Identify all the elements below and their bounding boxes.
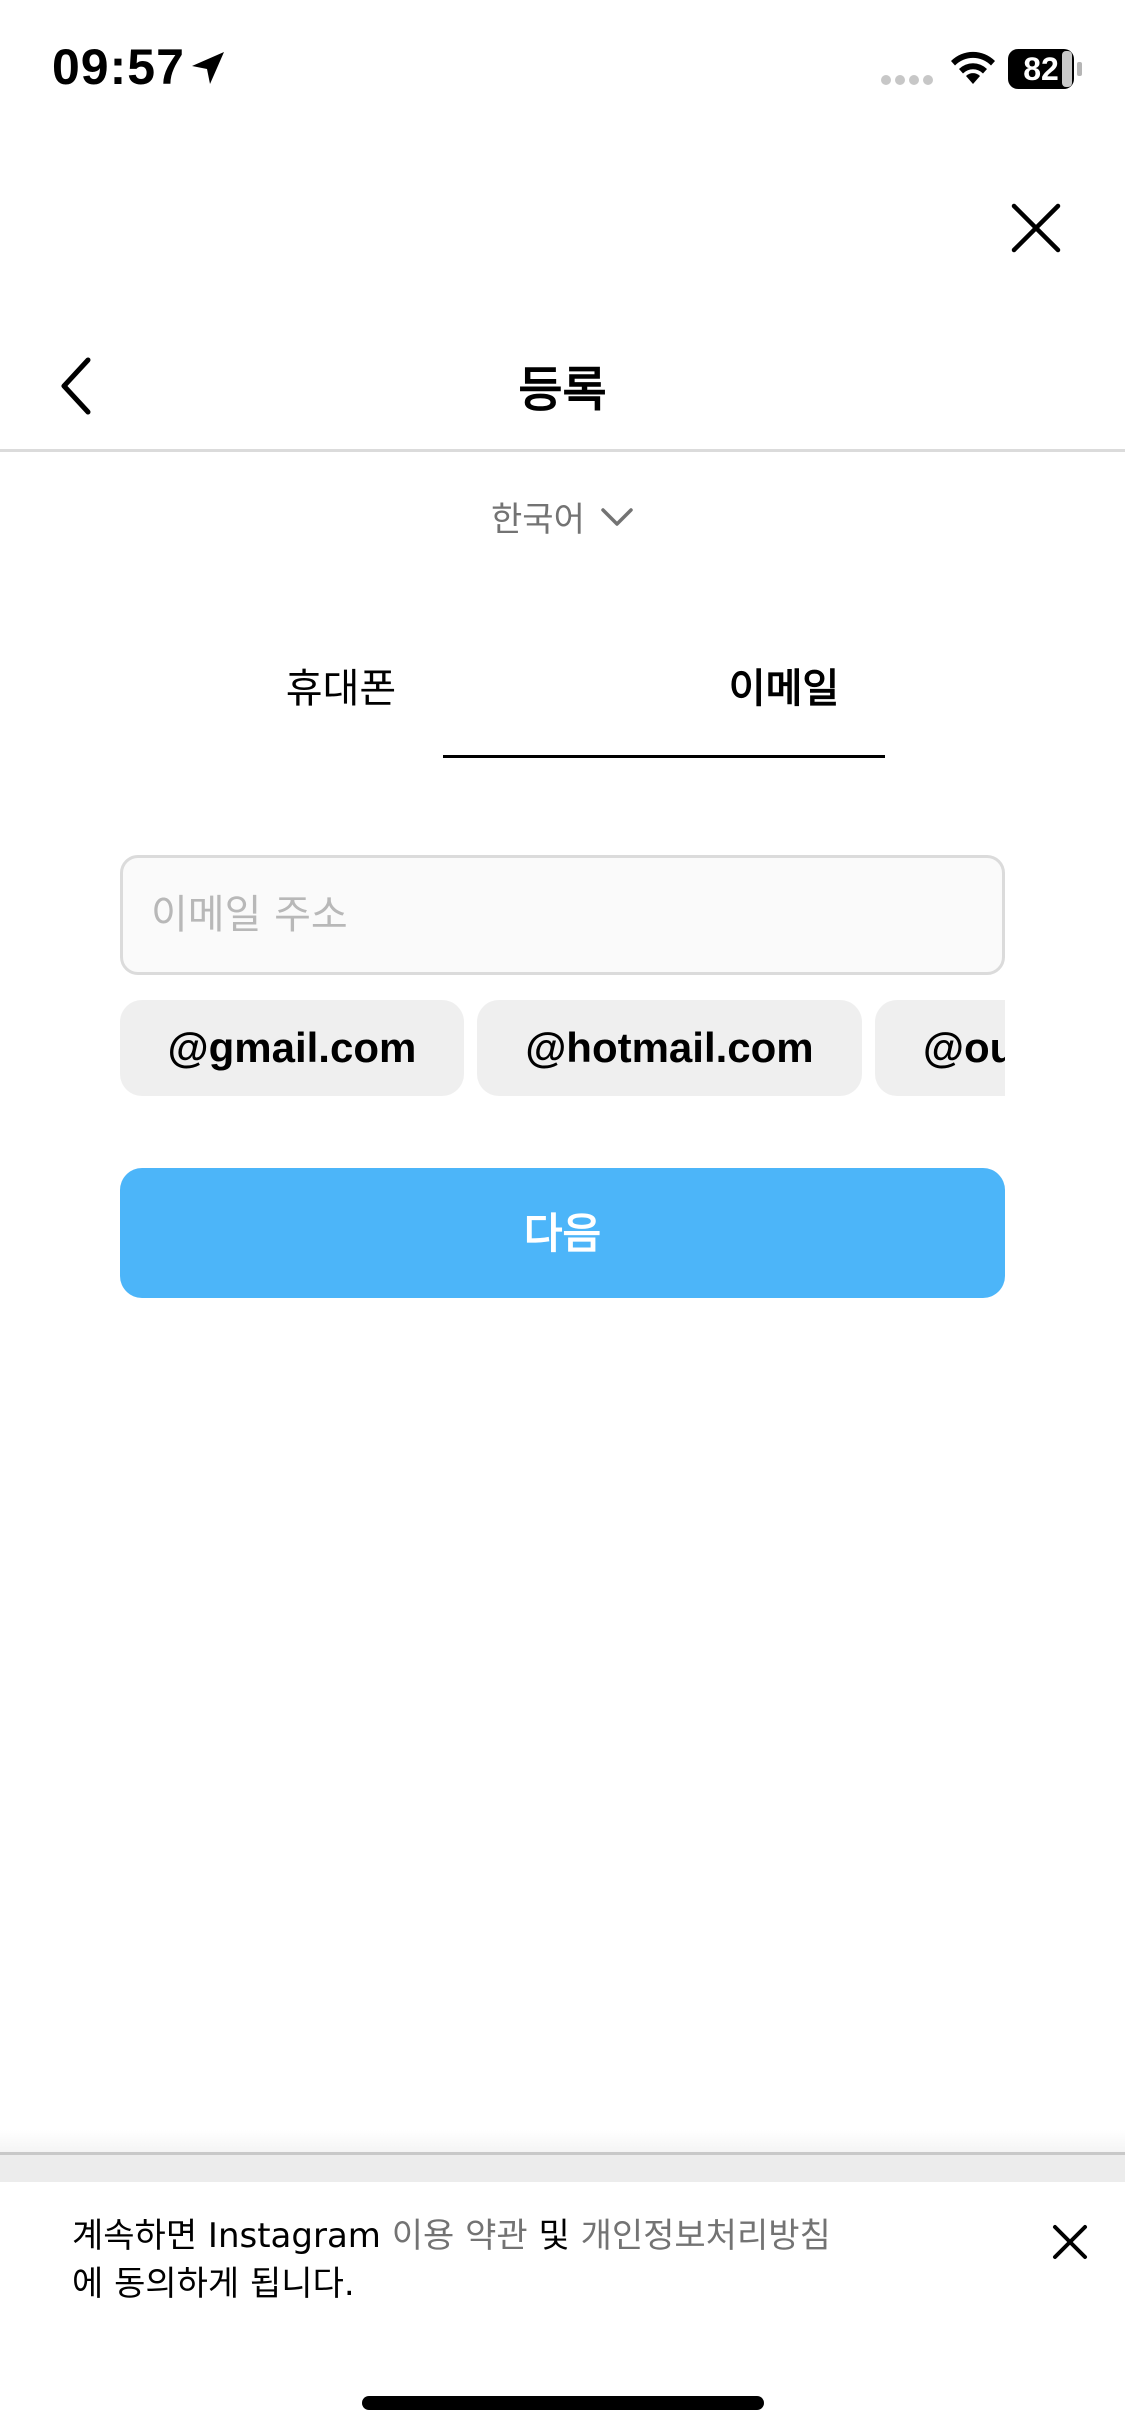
page-header: 등록: [0, 330, 1125, 450]
battery-level: 82: [1023, 51, 1059, 87]
cellular-signal-icon: [881, 75, 933, 85]
banner-divider: [0, 2152, 1125, 2155]
signup-screen: 09:57 82 등록 한국어 휴대폰 이메일 이메일 주소 @gmail.co…: [0, 0, 1125, 2436]
privacy-policy-link[interactable]: 개인정보처리방침: [581, 2216, 831, 2256]
signup-method-tabs: 휴대폰 이메일: [120, 650, 1005, 760]
next-button[interactable]: 다음: [120, 1168, 1005, 1298]
terms-text: 계속하면 Instagram 이용 약관 및 개인정보처리방침에 동의하게 됩니…: [72, 2212, 972, 2308]
terms-middle: 및: [527, 2216, 581, 2256]
terms-suffix: 에 동의하게 됩니다.: [72, 2264, 355, 2304]
close-banner-icon[interactable]: [1050, 2222, 1090, 2262]
domain-chip-hotmail[interactable]: @hotmail.com: [477, 1000, 862, 1096]
email-field[interactable]: [120, 855, 1005, 975]
tab-phone[interactable]: 휴대폰: [120, 650, 562, 760]
header-divider: [0, 449, 1125, 452]
page-title: 등록: [518, 362, 607, 418]
language-label: 한국어: [491, 500, 585, 540]
domain-chip-outlook[interactable]: @ou: [875, 1000, 1005, 1096]
terms-of-use-link[interactable]: 이용 약관: [392, 2216, 528, 2256]
tab-selected-indicator: [443, 755, 885, 758]
chevron-down-icon: [601, 507, 633, 526]
close-icon[interactable]: [1008, 200, 1064, 256]
wifi-icon: [951, 51, 995, 84]
language-selector[interactable]: 한국어: [0, 492, 1125, 542]
terms-prefix: 계속하면 Instagram: [72, 2216, 392, 2256]
location-arrow-icon: [192, 52, 224, 84]
domain-chip-gmail[interactable]: @gmail.com: [120, 1000, 464, 1096]
home-indicator: [362, 2396, 764, 2410]
status-time: 09:57: [52, 39, 185, 95]
status-bar: 09:57 82: [0, 0, 1125, 140]
tab-email[interactable]: 이메일: [563, 650, 1005, 760]
banner-gap: [0, 2155, 1125, 2182]
domain-suggestions: @gmail.com @hotmail.com @ou: [120, 1000, 1005, 1096]
